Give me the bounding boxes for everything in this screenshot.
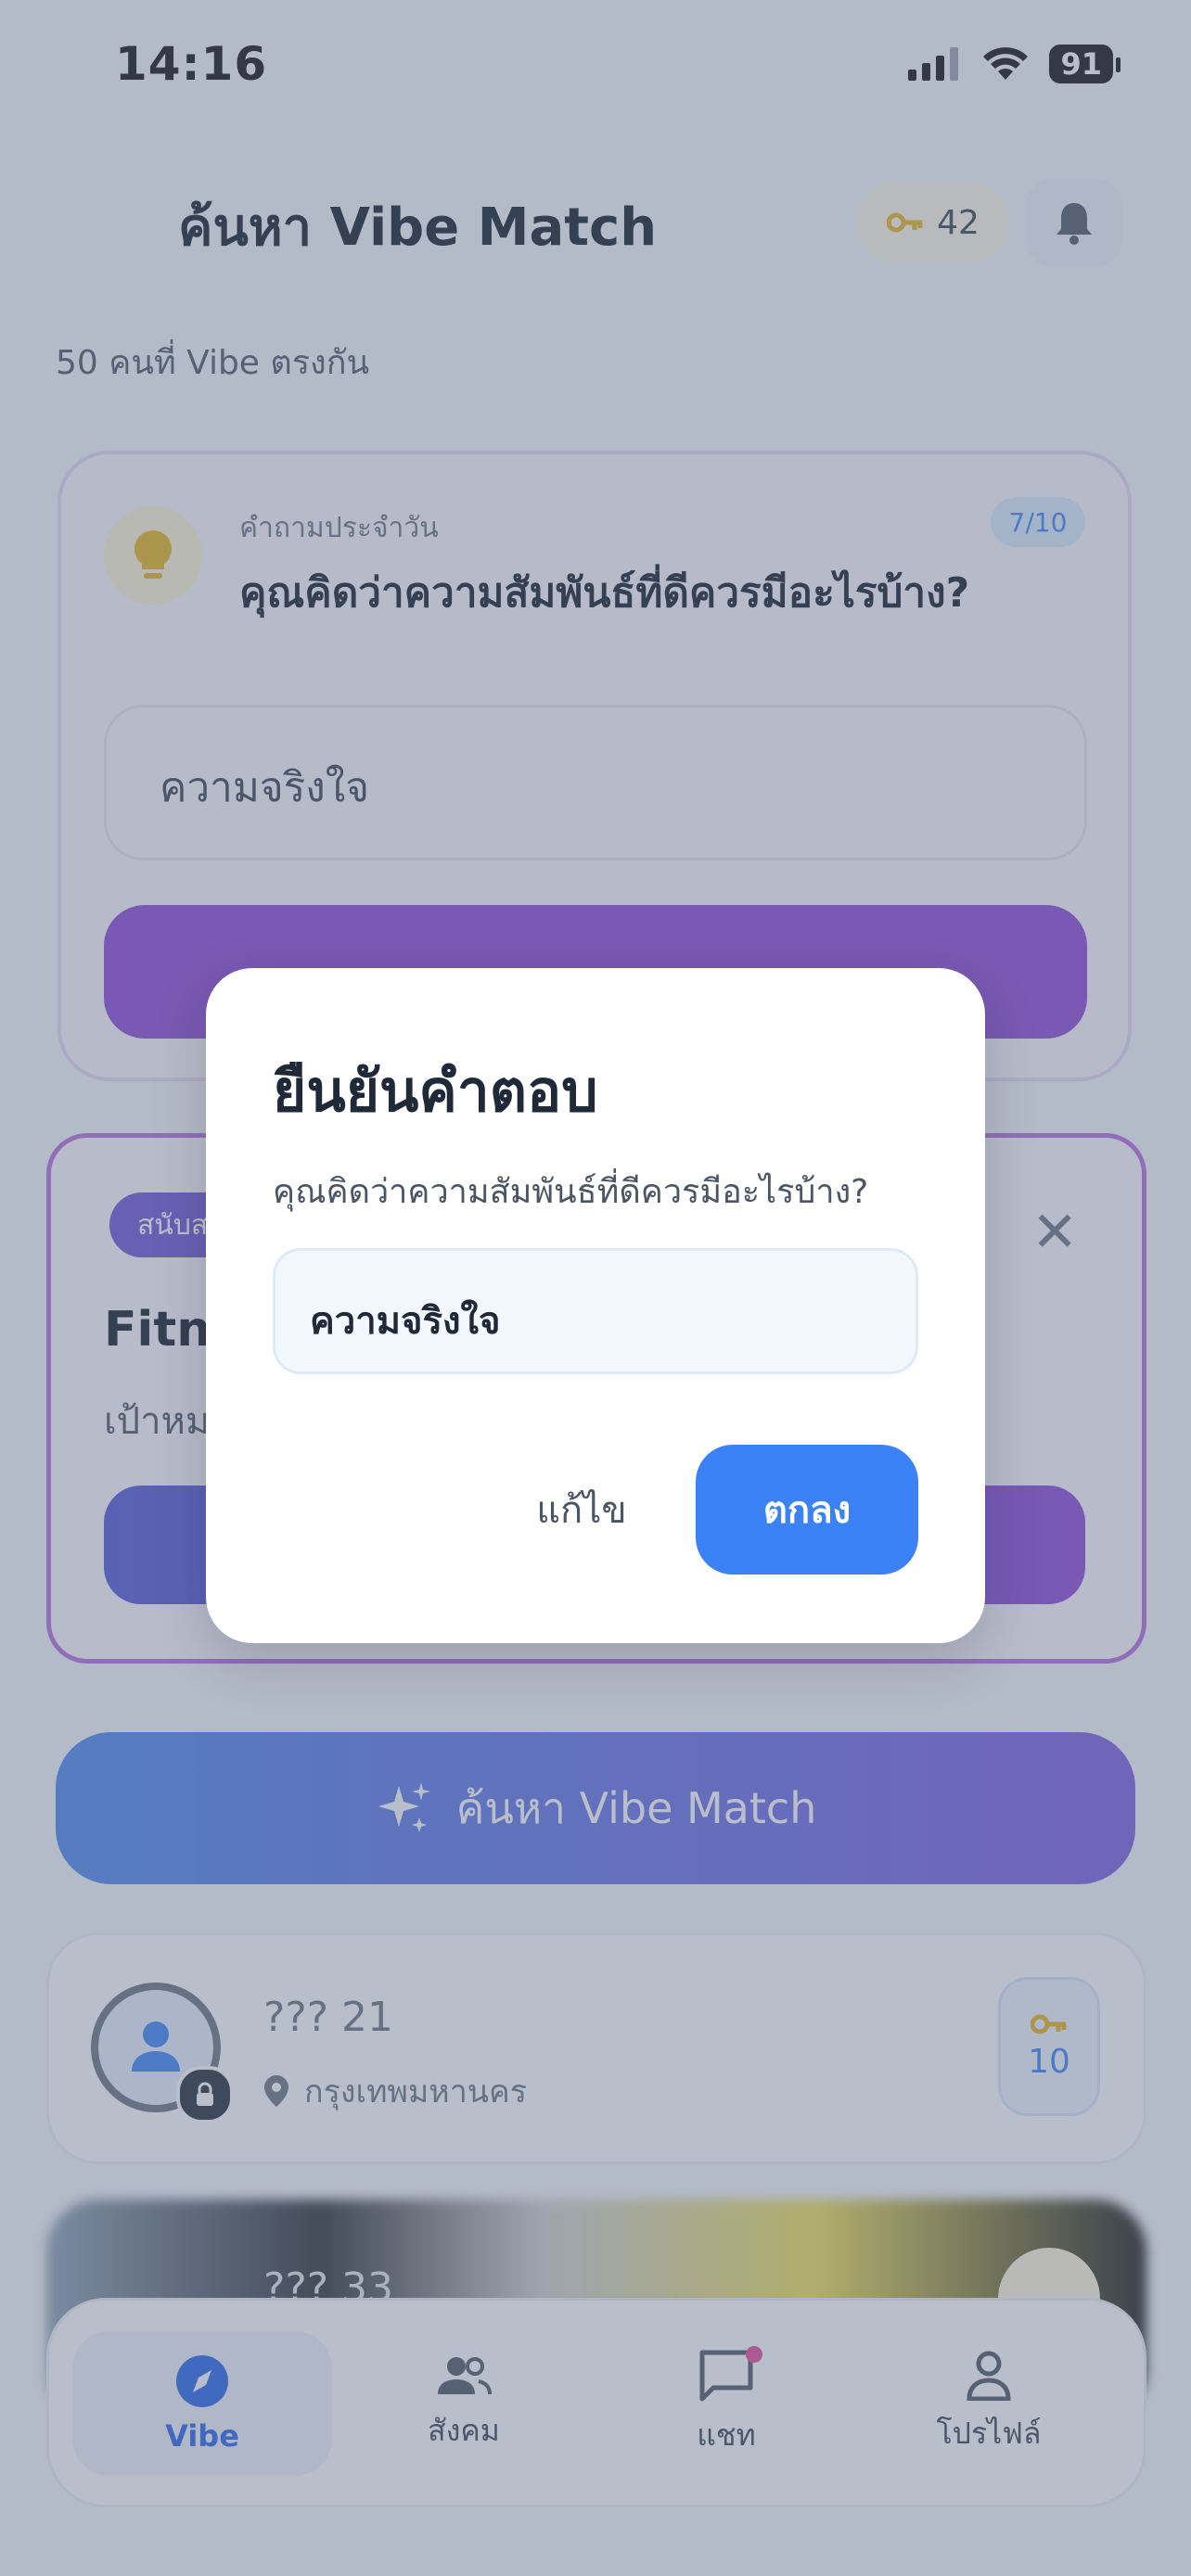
dialog-title: ยืนยันคำตอบ [273, 1057, 598, 1125]
confirm-button[interactable]: ตกลง [696, 1445, 918, 1575]
dialog-question: คุณคิดว่าความสัมพันธ์ที่ดีควรมีอะไรบ้าง? [273, 1173, 869, 1211]
edit-button[interactable]: แก้ไข [501, 1445, 662, 1575]
dialog-answer: ความจริงใจ [310, 1300, 501, 1343]
